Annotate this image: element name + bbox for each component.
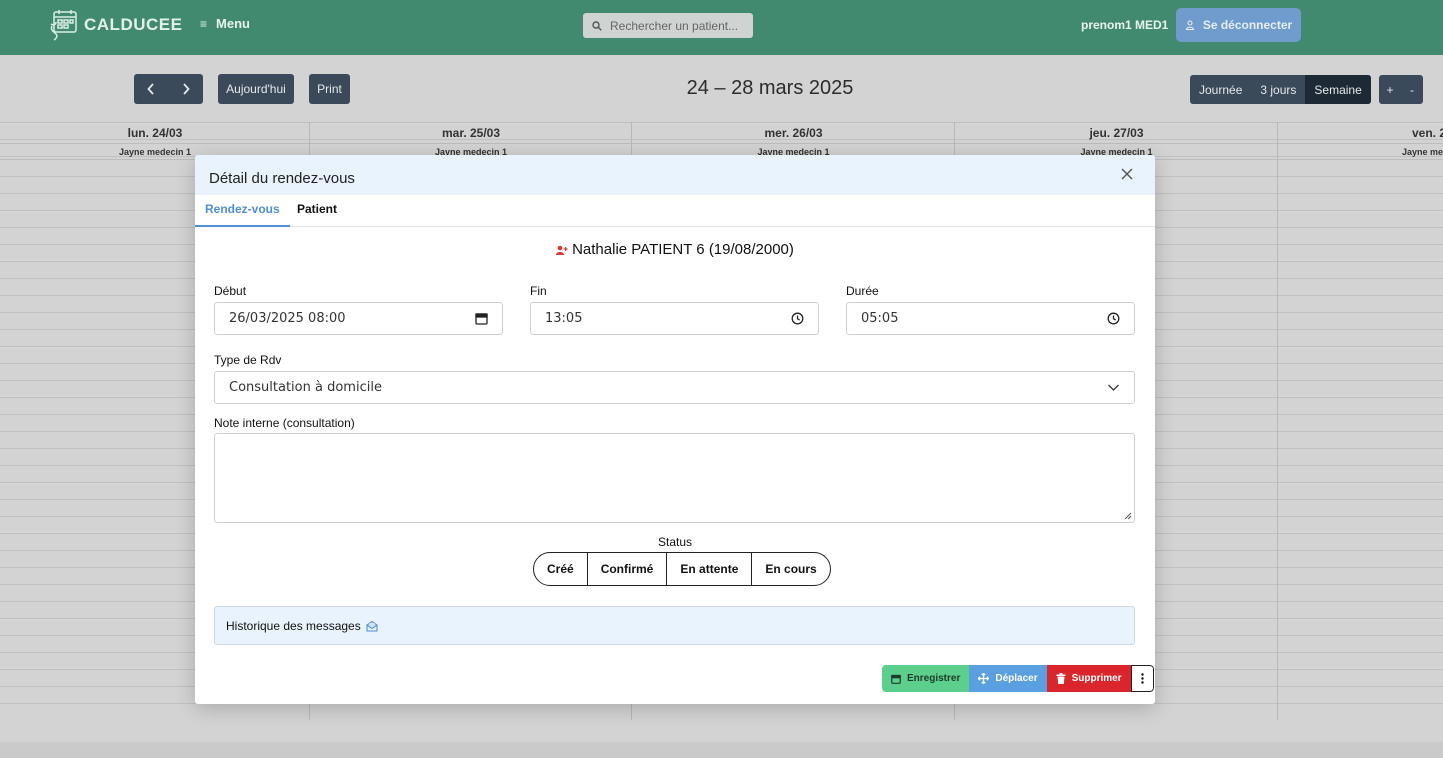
envelope-open-icon (366, 620, 378, 632)
note-label: Note interne (consultation) (214, 416, 355, 430)
chevron-down-icon (1108, 384, 1119, 391)
today-button[interactable]: Aujourd'hui (218, 74, 294, 104)
tab-patient[interactable]: Patient (287, 195, 347, 227)
status-en-attente-button[interactable]: En attente (666, 553, 751, 585)
more-options-button[interactable] (1130, 665, 1154, 692)
fin-label: Fin (530, 284, 547, 298)
status-selector: Créé Confirmé En attente En cours (533, 552, 831, 586)
doctor-header: Jayne medecin 1 (1278, 144, 1443, 160)
logout-label: Se déconnecter (1202, 18, 1293, 32)
resize-grip-icon[interactable] (1123, 511, 1132, 520)
user-plus-icon (556, 245, 568, 256)
logout-button[interactable]: Se déconnecter (1176, 8, 1301, 42)
note-textarea[interactable] (214, 433, 1135, 523)
calendar-title: 24 – 28 mars 2025 (686, 77, 854, 99)
prev-week-button[interactable] (134, 74, 169, 104)
zoom-in-button[interactable]: + (1379, 75, 1401, 104)
search-input[interactable] (610, 18, 745, 33)
type-label: Type de Rdv (214, 353, 282, 367)
save-button[interactable]: Enregistrer (882, 665, 970, 692)
logo-text: CALDUCEE (84, 15, 183, 34)
day-column[interactable]: ven. 28/03 Jayne medecin 1 (1277, 122, 1443, 720)
search-icon (592, 20, 602, 31)
patient-title: Nathalie PATIENT 6 (19/08/2000) (195, 241, 1155, 258)
modal-tabs: Rendez-vous Patient (195, 195, 1155, 227)
calendar-icon[interactable] (475, 312, 488, 325)
user-icon (1185, 20, 1194, 30)
close-icon[interactable] (1120, 167, 1134, 181)
message-history[interactable]: Historique des messages (214, 606, 1135, 645)
day-header: mar. 25/03 (310, 122, 632, 144)
calendar-caduceus-icon (50, 10, 77, 41)
status-label: Status (657, 535, 693, 549)
clock-icon[interactable] (1107, 312, 1120, 325)
zoom-group: + - (1379, 75, 1423, 104)
top-navbar: CALDUCEE ≡ Menu prenom1 MED1 Se déconnec… (0, 0, 1443, 55)
modal-header: Détail du rendez-vous (195, 155, 1155, 195)
kebab-menu-icon (1140, 673, 1144, 684)
status-confirme-button[interactable]: Confirmé (586, 553, 667, 585)
modal-title: Détail du rendez-vous (209, 170, 355, 187)
tab-rendez-vous[interactable]: Rendez-vous (195, 195, 290, 227)
clock-icon[interactable] (791, 312, 804, 325)
calendar-icon (891, 674, 901, 684)
prev-next-group (134, 74, 203, 104)
duree-value: 05:05 (861, 311, 899, 326)
chevron-right-icon (183, 83, 190, 95)
status-en-cours-button[interactable]: En cours (751, 553, 829, 585)
appointment-modal: Détail du rendez-vous Rendez-vous Patien… (195, 155, 1155, 704)
day-header: jeu. 27/03 (955, 122, 1278, 144)
view-3days-button[interactable]: 3 jours (1251, 75, 1305, 104)
view-switcher: Journée 3 jours Semaine (1190, 75, 1371, 104)
debut-value: 26/03/2025 08:00 (229, 311, 346, 326)
type-value: Consultation à domicile (229, 380, 382, 395)
menu-button[interactable]: ≡ Menu (200, 16, 250, 31)
menu-label: Menu (216, 16, 250, 31)
move-label: Déplacer (995, 673, 1038, 684)
bottom-strip (0, 742, 1443, 758)
patient-name[interactable]: Nathalie PATIENT 6 (19/08/2000) (572, 241, 794, 258)
next-week-button[interactable] (169, 74, 204, 104)
chevron-left-icon (147, 83, 154, 95)
move-arrows-icon (978, 673, 990, 684)
duree-time-input[interactable]: 05:05 (846, 302, 1135, 335)
view-day-button[interactable]: Journée (1190, 75, 1251, 104)
status-cree-button[interactable]: Créé (534, 553, 587, 585)
save-label: Enregistrer (907, 673, 961, 684)
day-header: mer. 26/03 (632, 122, 955, 144)
zoom-out-button[interactable]: - (1401, 75, 1423, 104)
trash-icon (1056, 673, 1066, 684)
move-button[interactable]: Déplacer (969, 665, 1047, 692)
type-select[interactable]: Consultation à domicile (214, 371, 1135, 404)
view-week-button[interactable]: Semaine (1305, 75, 1371, 104)
hamburger-icon: ≡ (200, 16, 208, 31)
day-header: ven. 28/03 (1278, 122, 1443, 144)
app-logo[interactable]: CALDUCEE (48, 8, 182, 42)
user-name: prenom1 MED1 (1081, 18, 1169, 32)
print-button[interactable]: Print (309, 74, 350, 104)
fin-value: 13:05 (545, 311, 583, 326)
history-label: Historique des messages (226, 618, 361, 633)
duree-label: Durée (846, 284, 879, 298)
debut-label: Début (214, 284, 247, 298)
delete-button[interactable]: Supprimer (1046, 665, 1131, 692)
delete-label: Supprimer (1071, 673, 1122, 684)
fin-time-input[interactable]: 13:05 (530, 302, 819, 335)
action-buttons: Enregistrer Déplacer Supprimer (882, 665, 1154, 692)
day-header: lun. 24/03 (0, 122, 310, 144)
debut-datetime-input[interactable]: 26/03/2025 08:00 (214, 302, 503, 335)
patient-search (583, 13, 753, 38)
